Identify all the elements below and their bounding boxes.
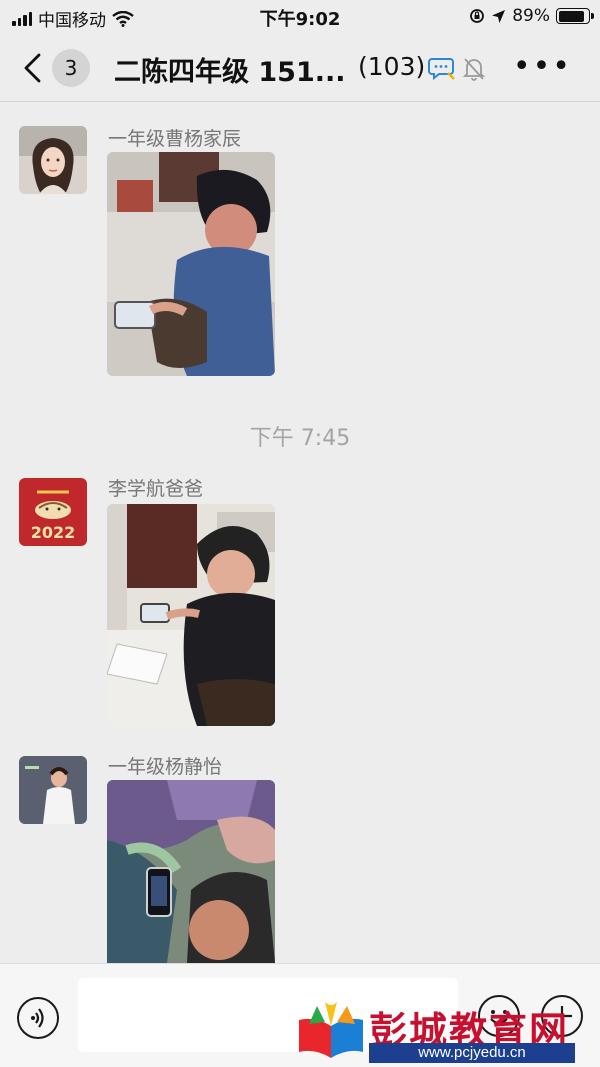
location-icon — [492, 9, 506, 23]
unread-badge[interactable]: 3 — [52, 49, 90, 87]
image-message[interactable] — [107, 504, 275, 726]
more-options-icon[interactable]: ••• — [513, 52, 572, 82]
rotation-lock-icon — [470, 9, 485, 23]
voice-input-button[interactable] — [17, 997, 59, 1039]
back-icon[interactable] — [20, 52, 46, 84]
chat-title[interactable]: 二陈四年级 151... — [114, 50, 346, 89]
image-message[interactable] — [107, 152, 275, 376]
timestamp: 下午 7:45 — [249, 426, 351, 451]
chat-bubble-icon — [428, 58, 455, 81]
watermark-url: www.pcjyedu.cn — [369, 1043, 575, 1063]
status-bar: 中国移动 下午9:02 89% — [0, 0, 600, 34]
mute-bell-icon — [462, 58, 486, 81]
image-message[interactable] — [107, 780, 275, 963]
avatar-year-text: 2022 — [31, 523, 76, 542]
watermark: 彭城教育网 www.pcjyedu.cn — [295, 998, 595, 1064]
battery-icon — [556, 8, 594, 24]
voice-icon — [31, 1008, 44, 1028]
sender-name: 一年级杨静怡 — [108, 756, 223, 778]
battery-percent: 89% — [512, 6, 550, 26]
member-count: (103) — [358, 52, 426, 81]
avatar[interactable] — [19, 756, 87, 824]
avatar[interactable]: 2022 — [19, 478, 87, 546]
battery-fill — [558, 10, 585, 22]
avatar[interactable] — [19, 126, 87, 194]
sender-name: 一年级曹杨家辰 — [108, 128, 242, 150]
book-logo-icon — [299, 1002, 363, 1058]
chat-header: 3 二陈四年级 151... (103) ••• — [0, 34, 600, 102]
sender-name: 李学航爸爸 — [108, 478, 204, 500]
status-right: 89% — [469, 6, 594, 26]
